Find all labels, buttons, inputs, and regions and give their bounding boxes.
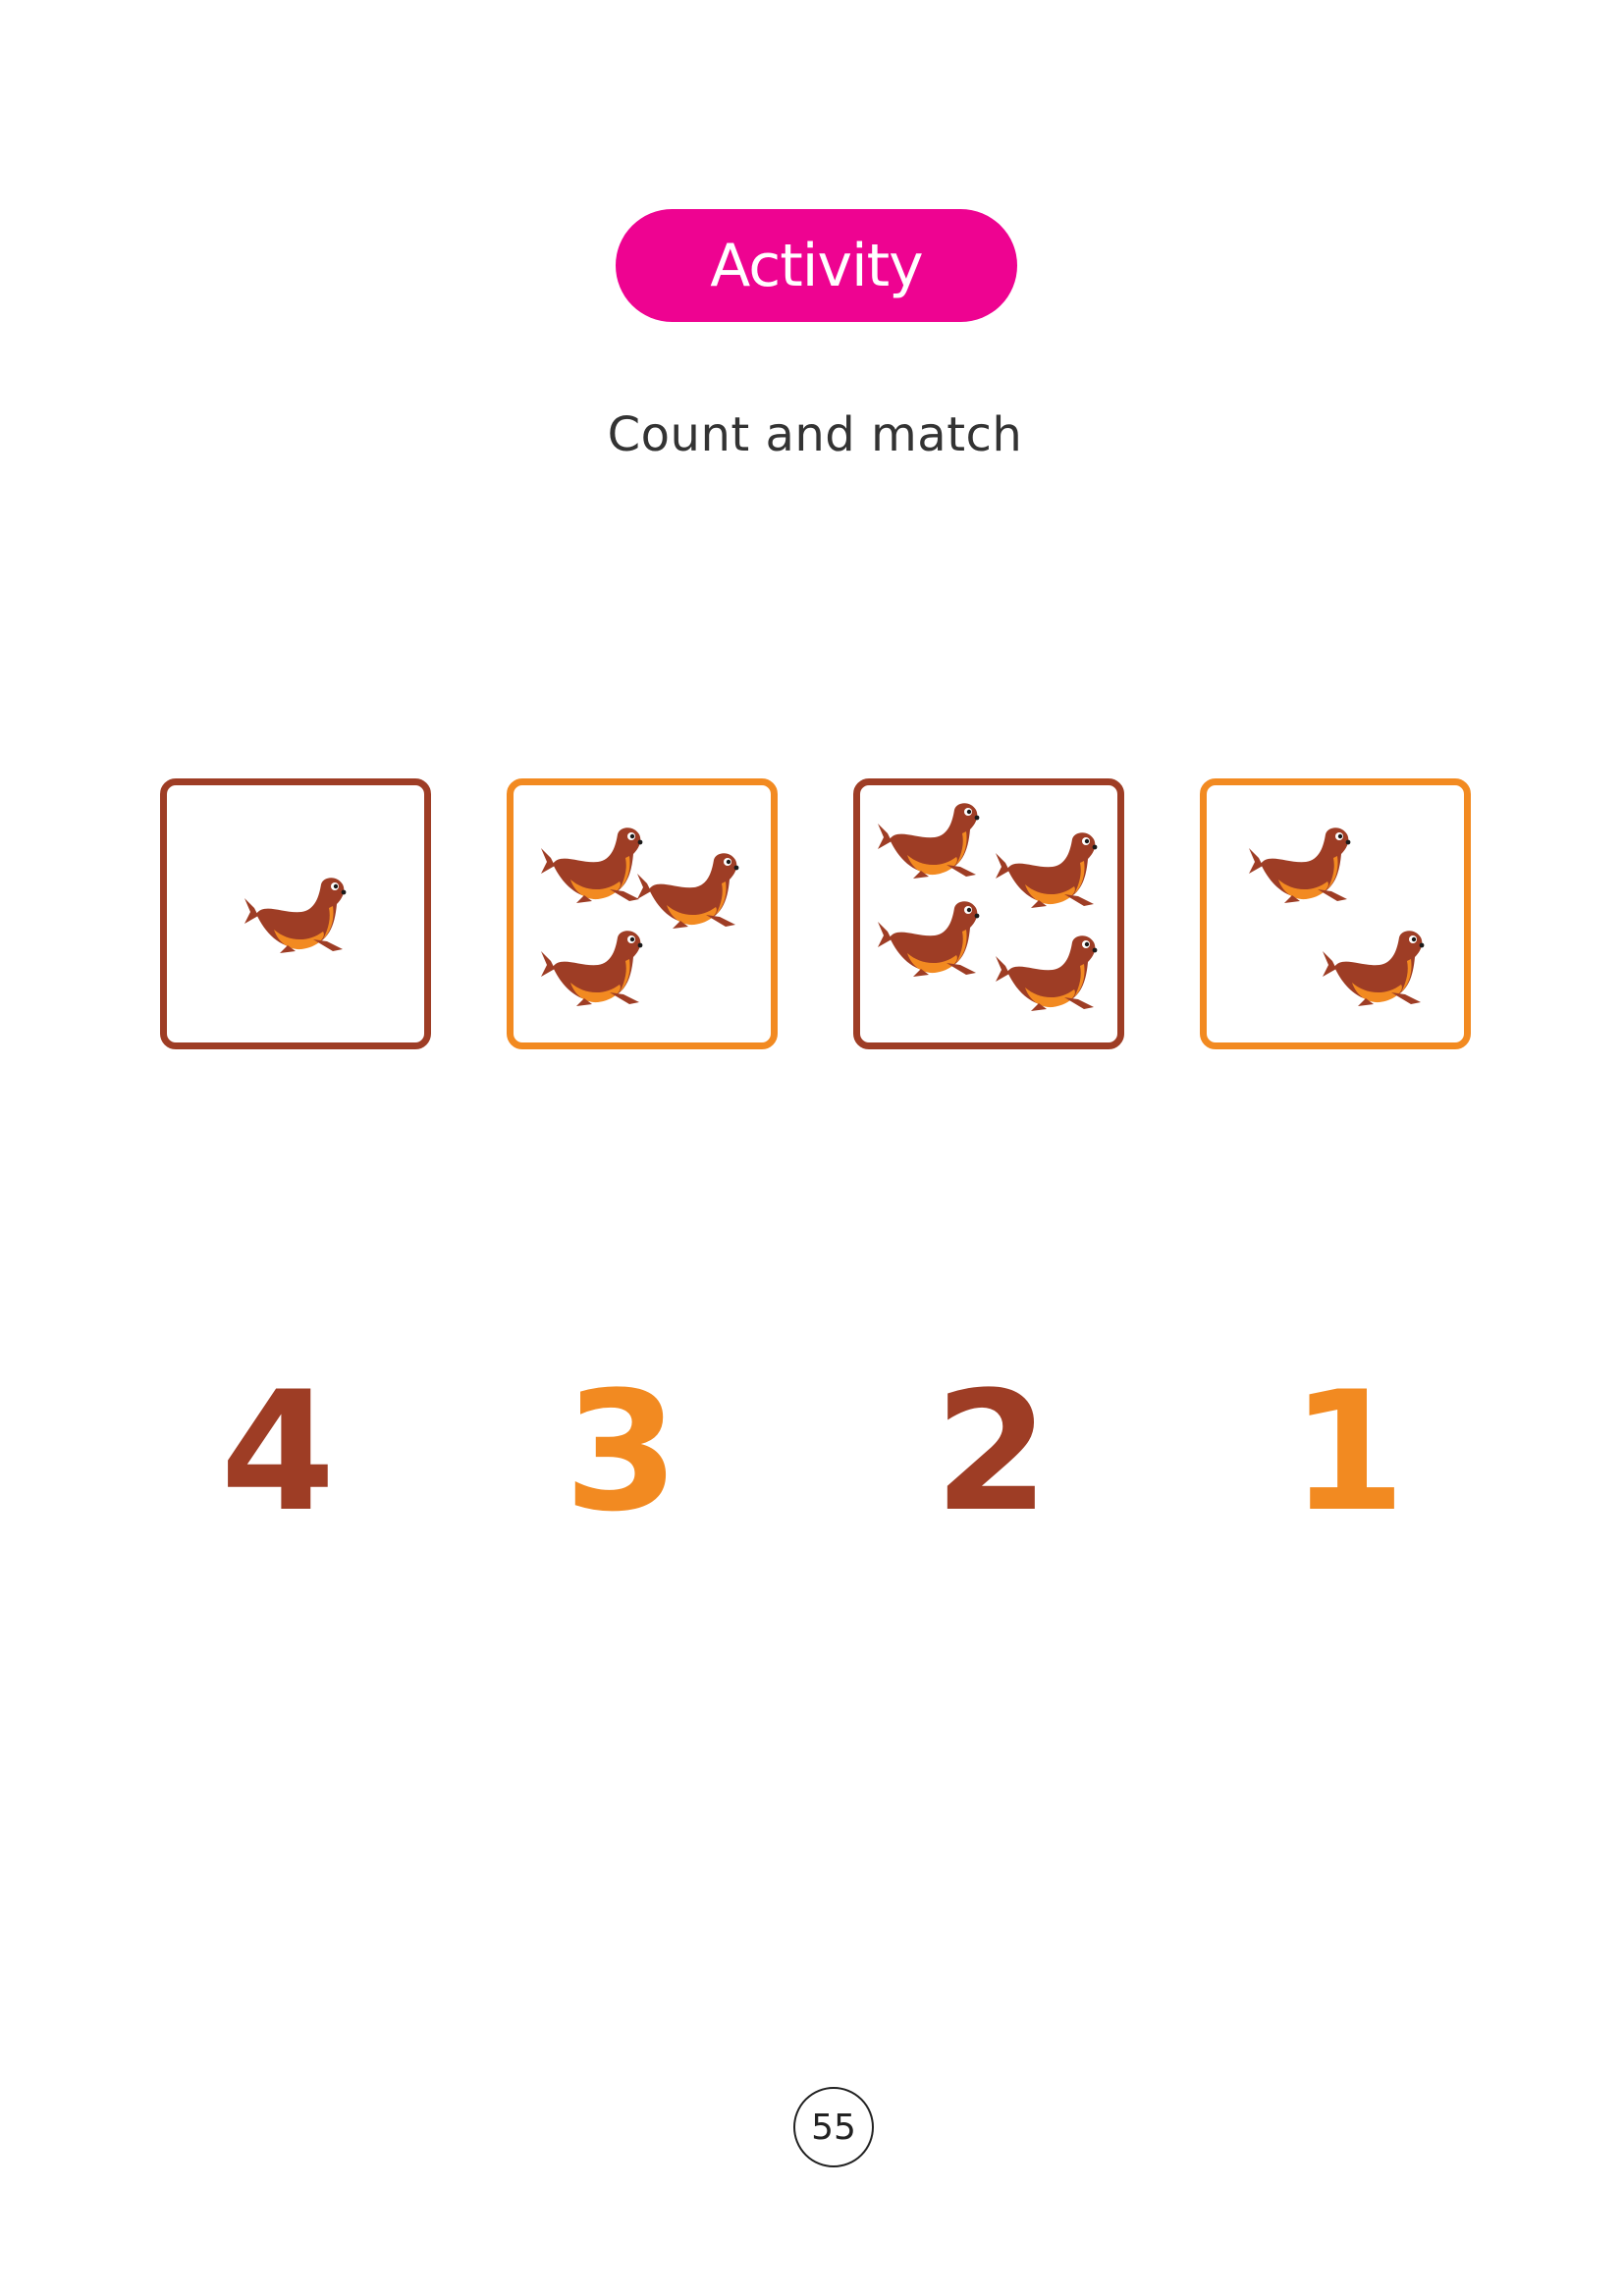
- seal-icon: [996, 832, 1098, 908]
- seal-icon: [996, 935, 1098, 1011]
- seal-group-2: [541, 828, 739, 1006]
- instruction-text: Count and match: [607, 407, 1023, 462]
- activity-badge-label: Activity: [710, 231, 923, 300]
- number-3[interactable]: 2: [923, 1369, 1060, 1534]
- picture-box-1[interactable]: [160, 778, 431, 1049]
- seal-icon: [1323, 931, 1425, 1006]
- seal-icon: [541, 931, 643, 1006]
- seal-icon: [1249, 828, 1351, 903]
- seal-icon: [878, 901, 980, 977]
- number-4[interactable]: 1: [1279, 1369, 1417, 1534]
- seal-icon: [244, 878, 347, 953]
- activity-badge: Activity: [616, 209, 1017, 322]
- seal-group-1: [244, 878, 347, 953]
- page-number-label: 55: [811, 2107, 856, 2148]
- seal-group-4: [1249, 828, 1425, 1006]
- seal-icon: [878, 803, 980, 879]
- page-number: 55: [793, 2087, 874, 2167]
- seal-icon: [637, 853, 739, 929]
- picture-box-4[interactable]: [1200, 778, 1471, 1049]
- number-1[interactable]: 4: [209, 1369, 347, 1534]
- picture-box-3[interactable]: [853, 778, 1124, 1049]
- picture-box-2[interactable]: [507, 778, 778, 1049]
- number-2[interactable]: 3: [553, 1369, 690, 1534]
- seal-group-3: [878, 803, 1098, 1011]
- seal-icon: [541, 828, 643, 903]
